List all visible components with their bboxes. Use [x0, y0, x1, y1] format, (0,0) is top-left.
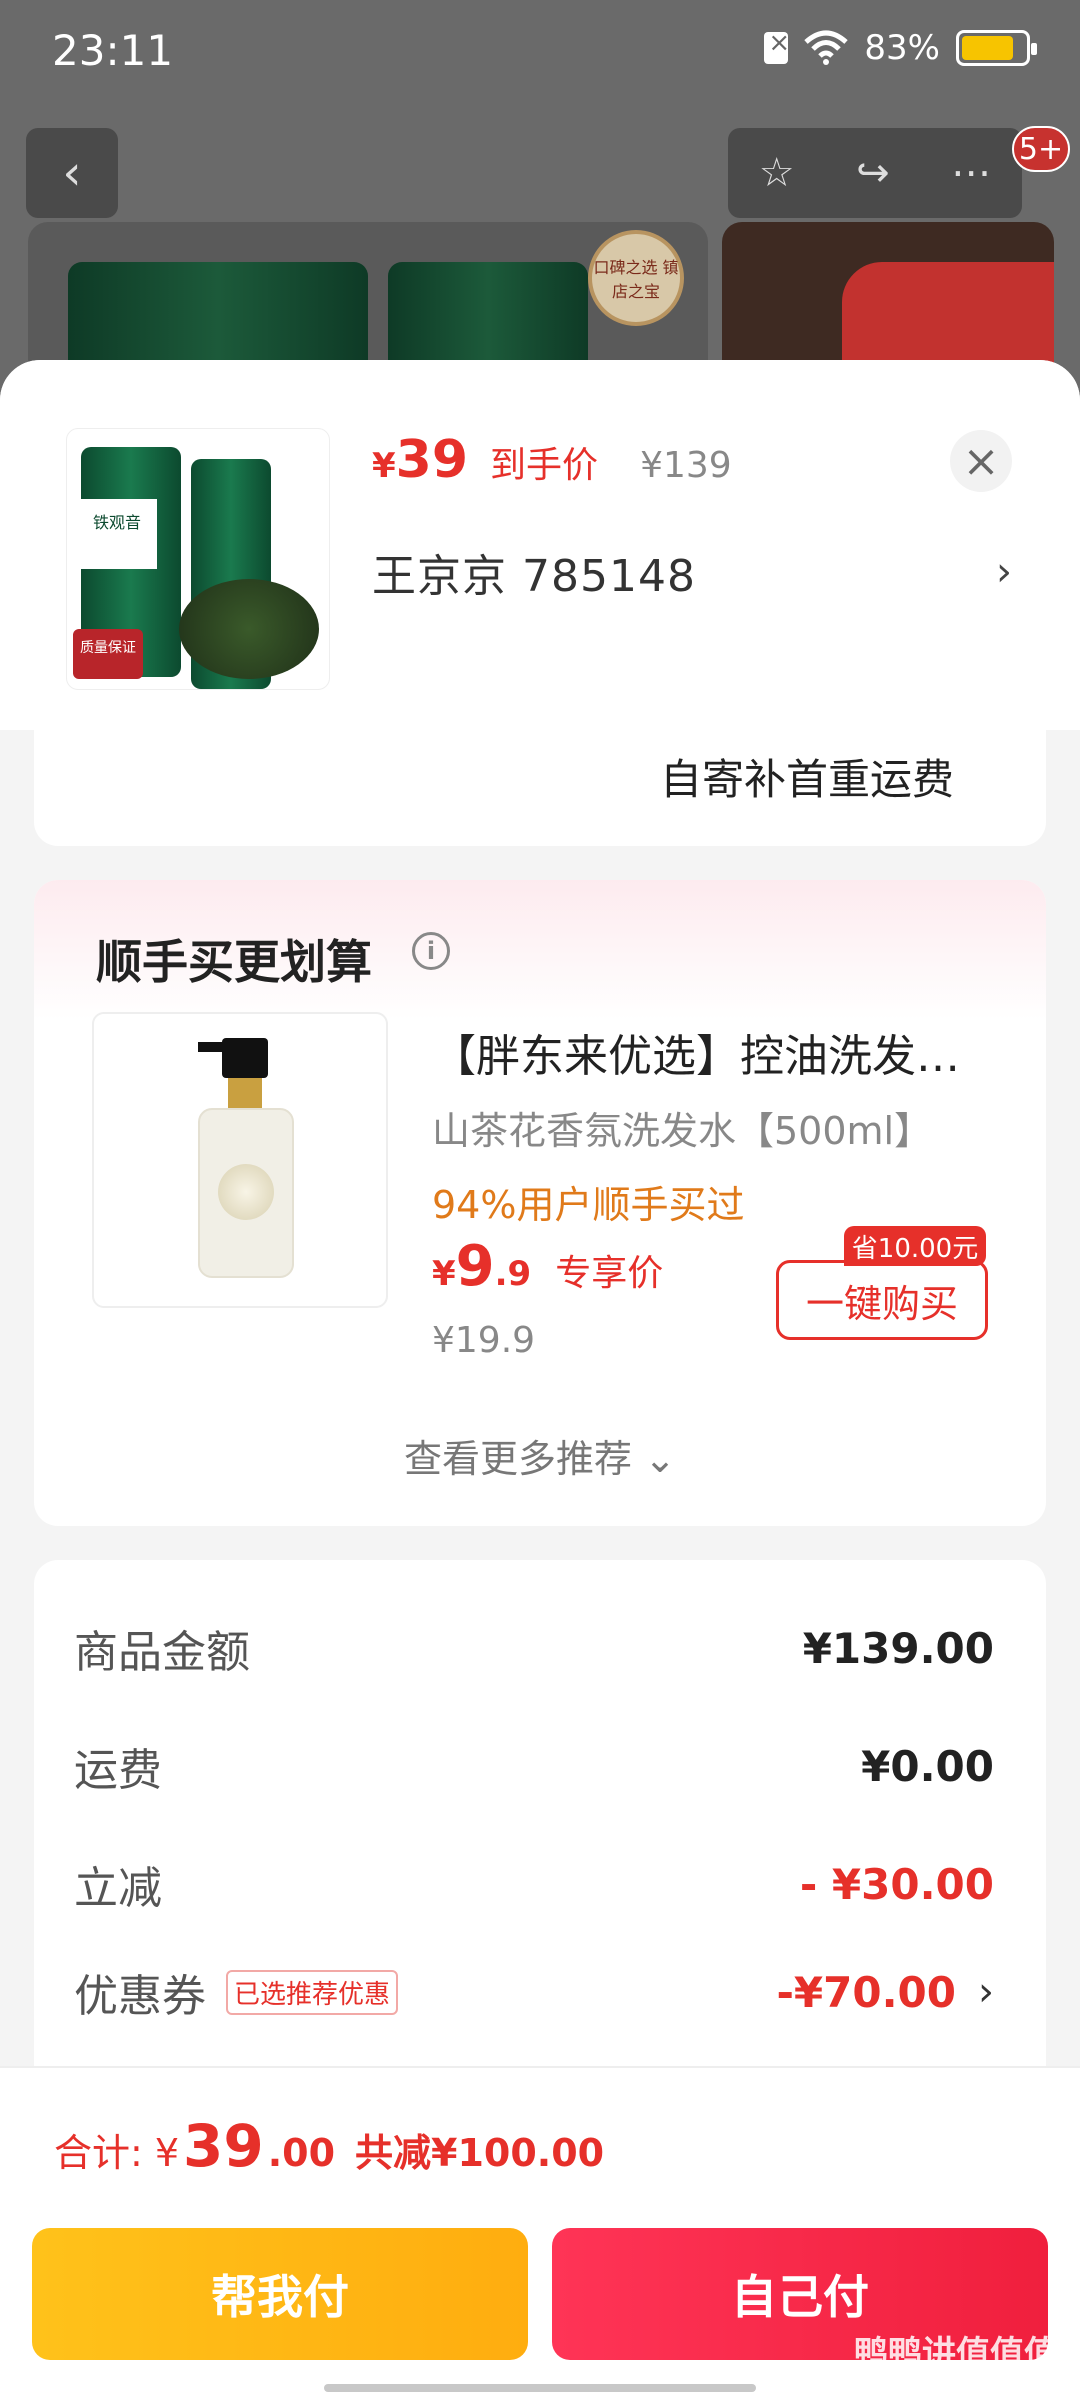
- shipping-card: 自寄补首重运费: [34, 726, 1046, 846]
- original-price: ¥139: [640, 445, 732, 486]
- total-amount: 39: [183, 2112, 264, 2180]
- upsell-title: 顺手买更划算: [96, 935, 372, 989]
- coupon-value: -¥70.00: [776, 1967, 956, 2017]
- upsell-product-name[interactable]: 【胖东来优选】控油洗发…: [432, 1020, 1012, 1084]
- status-time: 23:11: [52, 26, 174, 75]
- battery-percent: 83%: [864, 28, 940, 68]
- quality-seal: 质量保证: [73, 629, 143, 679]
- product-thumbnail: 铁观音 质量保证: [66, 428, 330, 690]
- upsell-bought-stat: 94%用户顺手买过: [432, 1183, 745, 1227]
- save-badge: 省10.00元: [844, 1226, 986, 1266]
- fee-row-subtotal: 商品金额 ¥139.00: [74, 1623, 994, 1679]
- upsell-original-price: ¥19.9: [432, 1320, 536, 1361]
- upsell-product-spec: 山茶花香氛洗发水【500ml】: [432, 1109, 933, 1153]
- status-bar: 23:11 83%: [0, 0, 1080, 100]
- address-text: 王京京 785148: [372, 551, 696, 602]
- address-selector[interactable]: 王京京 785148 ›: [372, 540, 1012, 604]
- upsell-price: ¥9.9 专享价: [432, 1234, 664, 1299]
- upsell-card: 顺手买更划算 i 【胖东来优选】控油洗发… 山茶花香氛洗发水【500ml】 94…: [34, 880, 1046, 1526]
- favorite-star-icon[interactable]: ☆: [759, 150, 795, 196]
- close-button[interactable]: ×: [950, 430, 1012, 492]
- home-indicator[interactable]: [324, 2384, 756, 2392]
- chevron-left-icon: ‹: [62, 145, 82, 201]
- coupon-label: 优惠券: [74, 1971, 206, 2022]
- chevron-right-icon: ›: [996, 549, 1012, 595]
- background-seal: 口碑之选 镇店之宝: [588, 230, 684, 326]
- thumbnail-label: 铁观音: [77, 499, 157, 569]
- message-count-badge: 5+: [1012, 126, 1070, 172]
- total-row: 合计: ¥ 39 .00 共减¥100.00: [54, 2112, 605, 2180]
- share-icon[interactable]: ↪: [856, 150, 890, 196]
- fee-row-coupon[interactable]: 优惠券 已选推荐优惠 -¥70.00 ›: [74, 1960, 994, 2024]
- wifi-icon: [804, 30, 849, 65]
- coupon-recommended-tag: 已选推荐优惠: [226, 1969, 399, 2015]
- back-button[interactable]: ‹: [26, 128, 118, 218]
- info-icon[interactable]: i: [412, 932, 450, 970]
- fee-row-instant-discount: 立减 - ¥30.00: [74, 1859, 994, 1915]
- more-icon[interactable]: ⋯: [951, 150, 991, 196]
- total-label: 合计:: [54, 2131, 143, 2175]
- one-click-buy-button[interactable]: 一键购买: [776, 1260, 988, 1340]
- sim-card-icon: [764, 28, 790, 64]
- sheet-header: 铁观音 质量保证 ¥39 到手价 ¥139 × 王京京 785148 ›: [0, 360, 1080, 730]
- upsell-price-label: 专享价: [555, 1253, 664, 1294]
- price-row: ¥39 到手价 ¥139: [372, 430, 732, 490]
- total-saved: 共减¥100.00: [355, 2131, 605, 2175]
- fee-row-shipping: 运费 ¥0.00: [74, 1741, 994, 1797]
- see-more-recommendations[interactable]: 查看更多推荐 ⌄: [34, 1428, 1046, 1483]
- battery-icon: [956, 30, 1037, 66]
- upsell-product-image[interactable]: [92, 1012, 388, 1308]
- shipping-note: 自寄补首重运费: [659, 755, 954, 804]
- final-price-label: 到手价: [490, 445, 599, 486]
- watermark: 鸭鸭讲值值值 zhizhizhi.com: [854, 2334, 1058, 2399]
- chevron-right-icon: ›: [978, 1969, 994, 2015]
- top-action-bar: ☆ ↪ ⋯: [728, 128, 1022, 218]
- tea-leaves: [179, 579, 319, 679]
- close-icon: ×: [962, 435, 1000, 487]
- status-icons: 83%: [764, 28, 1037, 68]
- help-me-pay-button[interactable]: 帮我付: [32, 2228, 528, 2360]
- final-price: ¥39: [372, 430, 469, 490]
